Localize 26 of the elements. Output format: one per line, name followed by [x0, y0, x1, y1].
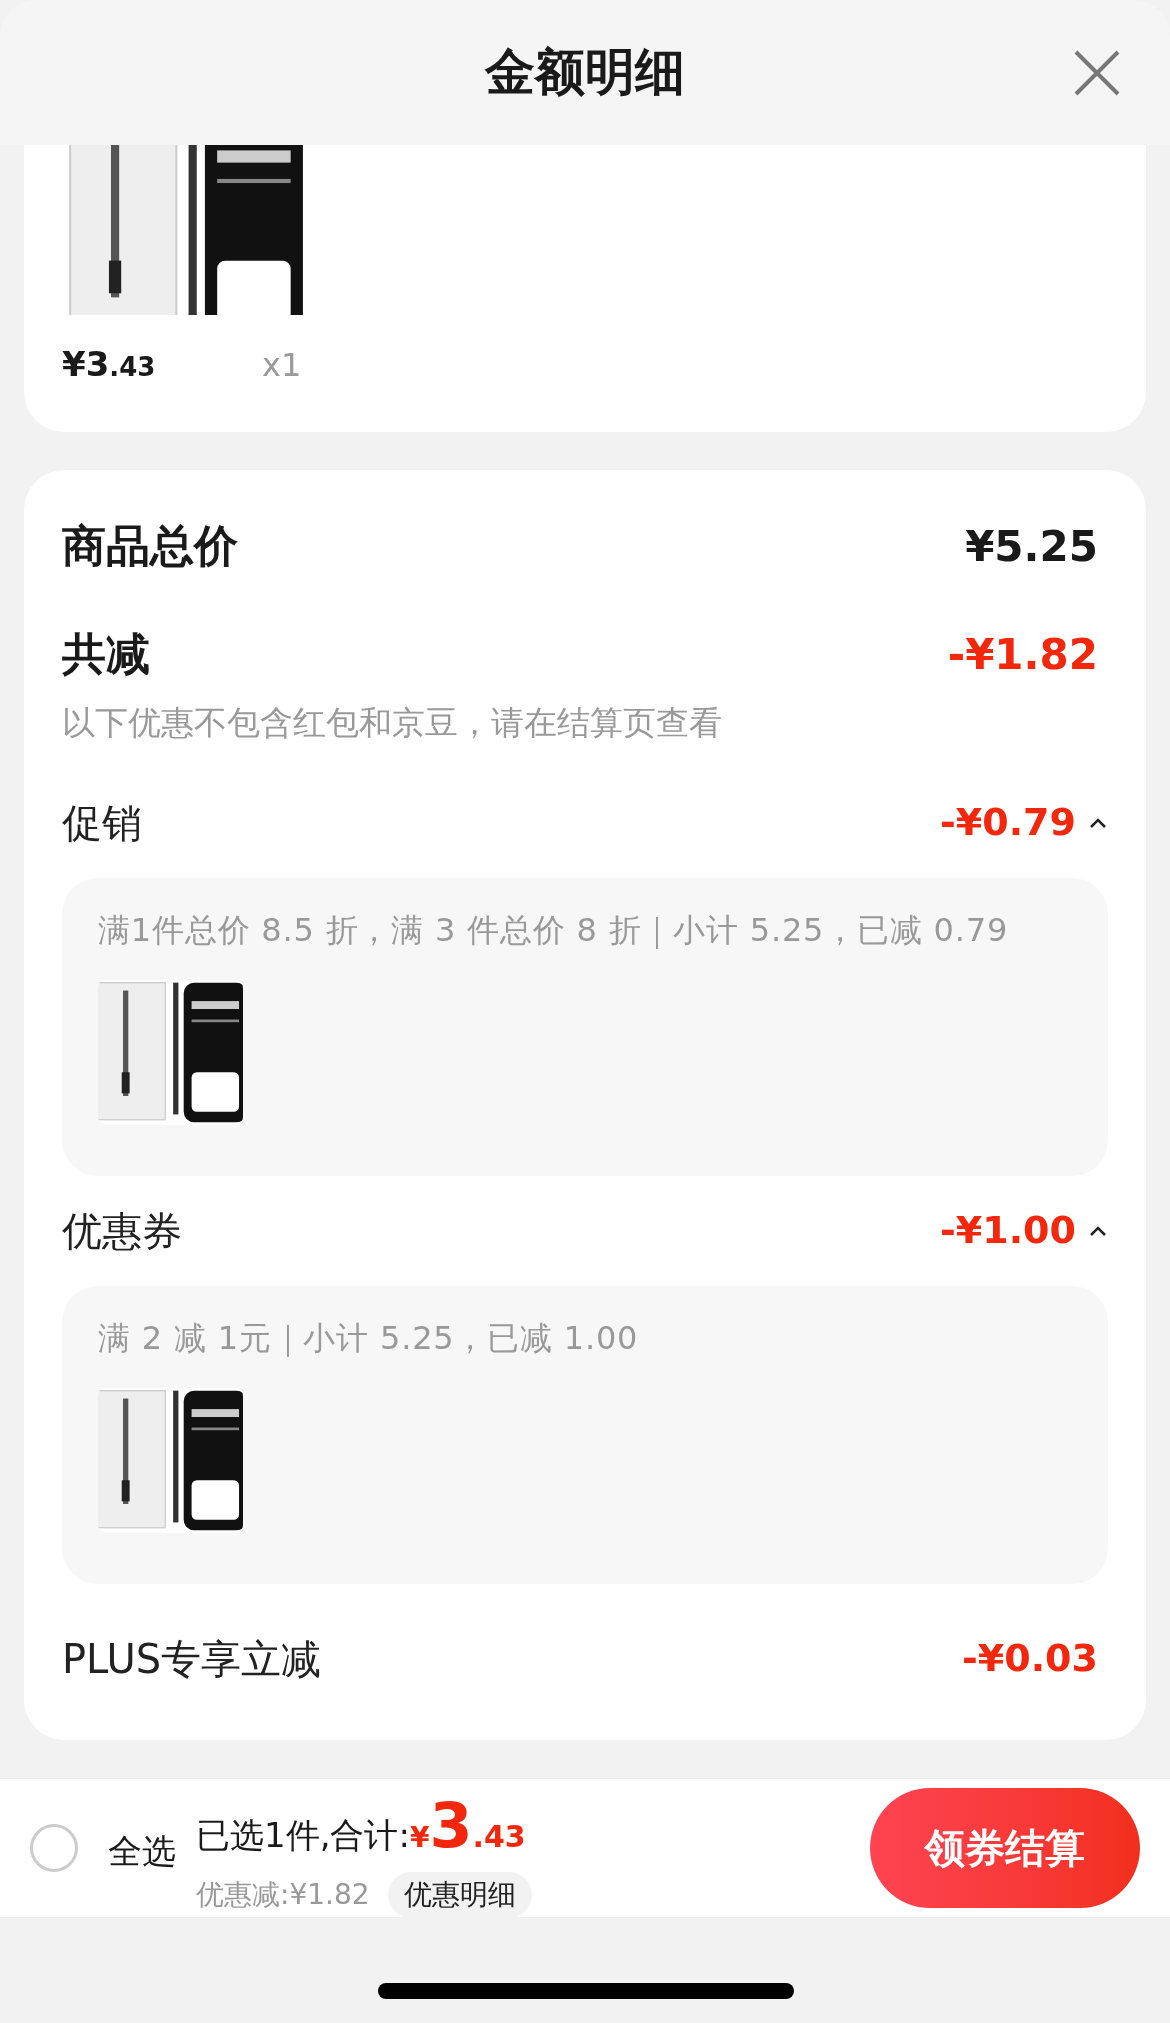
discount-total-label: 共减	[62, 627, 150, 681]
discount-amount: -¥0.79	[940, 799, 1076, 846]
discount-label: 优惠券	[62, 1206, 182, 1256]
total-amount: ¥5.25	[965, 520, 1098, 573]
discount-label: PLUS专享立减	[62, 1634, 322, 1684]
item-quantity: x1	[262, 345, 302, 386]
close-icon[interactable]	[1074, 50, 1120, 96]
chevron-up-icon[interactable]	[1088, 816, 1108, 829]
selected-summary: 已选1件,合计:	[196, 1813, 410, 1857]
discount-amount: -¥1.00	[940, 1207, 1076, 1254]
discount-label: 促销	[62, 798, 142, 848]
sheet-title: 金额明细	[485, 42, 685, 103]
select-all-radio[interactable]	[30, 1824, 78, 1872]
footer-total: ¥3.43	[409, 1787, 526, 1864]
total-label: 商品总价	[62, 519, 238, 573]
discount-amount: -¥0.03	[962, 1635, 1098, 1682]
saved-amount: 优惠减:¥1.82	[196, 1876, 370, 1913]
select-all-label[interactable]: 全选	[108, 1825, 176, 1877]
discount-note: 以下优惠不包含红包和京豆，请在结算页查看	[62, 702, 723, 744]
chevron-up-icon[interactable]	[1088, 1224, 1108, 1237]
item-price: ¥3.43	[62, 343, 157, 386]
discount-detail-button[interactable]: 优惠明细	[387, 1871, 532, 1918]
checkout-button[interactable]: 领券结算	[870, 1788, 1140, 1908]
discount-total-amount: -¥1.82	[947, 628, 1098, 681]
discount-detail: 满 2 减 1元｜小计 5.25，已减 1.00	[98, 1317, 640, 1359]
discount-detail: 满1件总价 8.5 折，满 3 件总价 8 折｜小计 5.25，已减 0.79	[98, 909, 1010, 951]
